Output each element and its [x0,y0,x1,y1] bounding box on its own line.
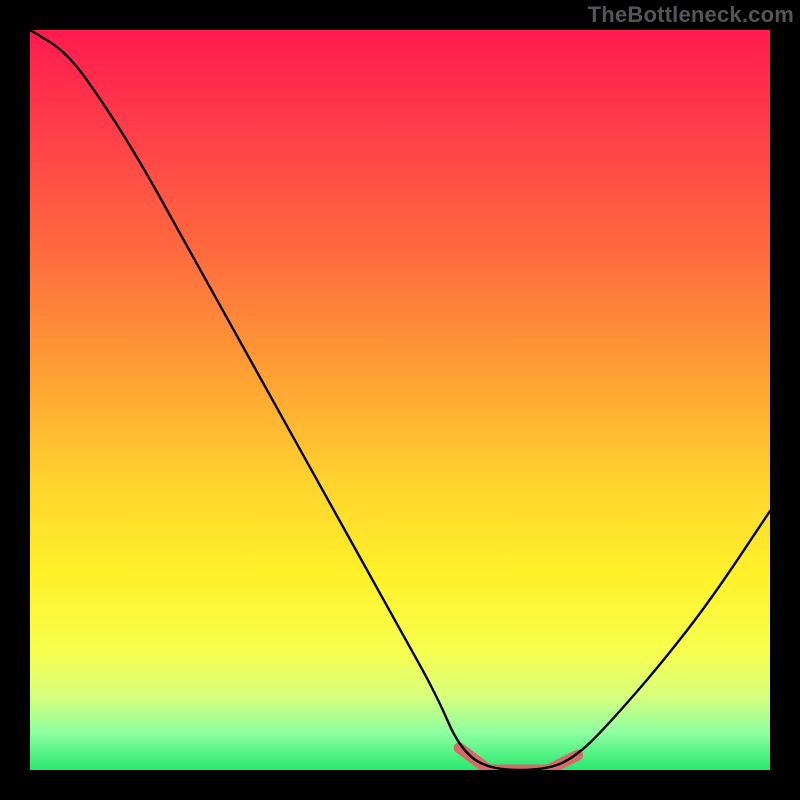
bottleneck-curve [30,30,770,770]
plot-area [30,30,770,770]
curve-layer [30,30,770,770]
optimal-zone-highlight [459,748,577,770]
watermark-text: TheBottleneck.com [588,2,794,28]
chart-frame: TheBottleneck.com [0,0,800,800]
